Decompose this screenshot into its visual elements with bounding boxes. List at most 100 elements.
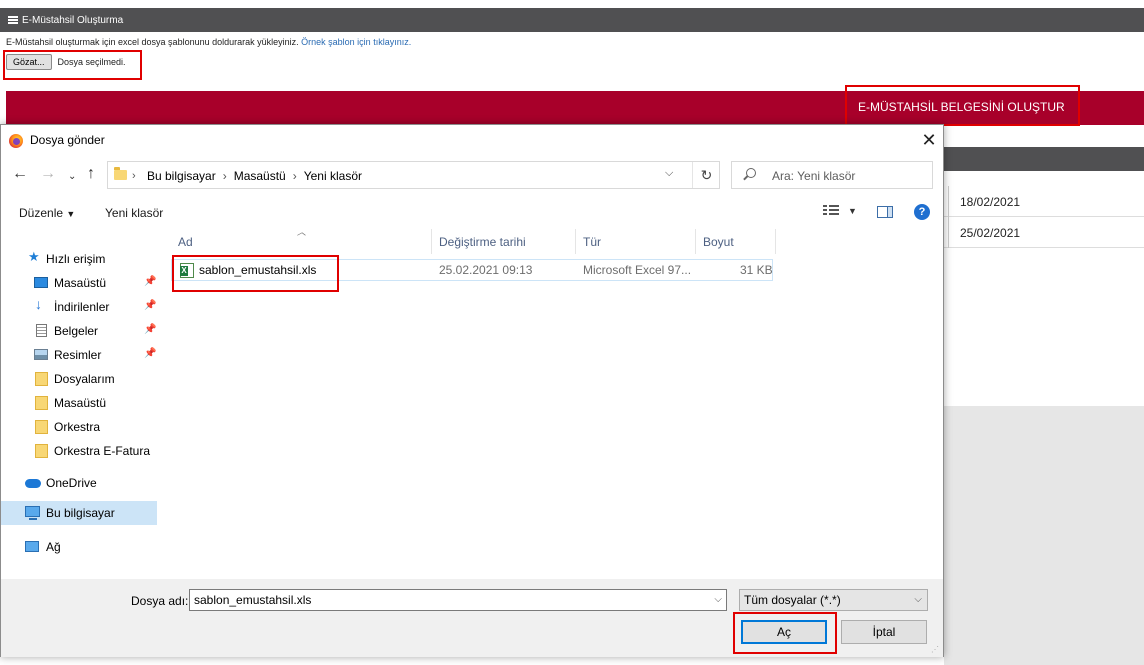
sidebar-item-orkestra[interactable]: Orkestra (1, 415, 157, 439)
breadcrumb-item[interactable]: Bu bilgisayar (147, 169, 216, 183)
template-link[interactable]: Örnek şablon için tıklayınız. (301, 37, 411, 47)
dialog-titlebar: Dosya gönder ✕ (1, 125, 943, 155)
breadcrumb-item[interactable]: Yeni klasör (304, 169, 362, 183)
sidebar-item-network[interactable]: Ağ (1, 535, 157, 559)
highlight-box-browse (3, 50, 142, 80)
hamburger-menu-icon[interactable] (8, 16, 18, 24)
sidebar-item-this-pc[interactable]: Bu bilgisayar (1, 501, 157, 525)
cancel-button[interactable]: İptal (841, 620, 927, 644)
refresh-icon[interactable]: ↻ (692, 162, 720, 188)
column-label: Değiştirme tarihi (439, 235, 526, 249)
download-icon: ↓ (35, 296, 42, 312)
sidebar-item-onedrive[interactable]: OneDrive (1, 471, 157, 495)
sidebar-item-dosyalarim[interactable]: Dosyalarım (1, 367, 157, 391)
help-icon[interactable]: ? (914, 204, 930, 220)
chevron-down-icon[interactable]: ⌵ (714, 594, 722, 605)
column-header-modified[interactable]: Değiştirme tarihi (432, 229, 576, 254)
sidebar-item-documents[interactable]: Belgeler 📌 (1, 319, 157, 343)
highlight-box-file (172, 255, 339, 292)
upload-instruction: E-Müstahsil oluşturmak için excel dosya … (6, 37, 411, 47)
sidebar-item-downloads[interactable]: ↓ İndirilenler 📌 (1, 295, 157, 319)
dialog-title: Dosya gönder (30, 133, 105, 147)
sidebar-item-pictures[interactable]: Resimler 📌 (1, 343, 157, 367)
recent-locations-chevron-icon[interactable]: ⌄ (68, 168, 76, 186)
sidebar-item-label: Masaüstü (54, 276, 107, 290)
search-icon (746, 168, 756, 178)
sidebar-item-label: İndirilenler (54, 300, 110, 314)
sidebar-item-label: Orkestra (54, 420, 101, 434)
organize-label: Düzenle (19, 206, 64, 220)
caret-down-icon[interactable]: ▼ (848, 206, 857, 216)
up-arrow-icon[interactable]: ↑ (87, 165, 95, 183)
instruction-text: E-Müstahsil oluşturmak için excel dosya … (6, 37, 299, 47)
date-table: 18/02/2021 25/02/2021 (944, 186, 1144, 406)
column-label: Ad (178, 235, 193, 249)
search-input[interactable]: Ara: Yeni klasör (731, 161, 933, 189)
filename-input[interactable]: sablon_emustahsil.xls ⌵ (189, 589, 727, 611)
highlight-box-open (733, 612, 837, 654)
folder-icon (114, 167, 127, 180)
column-header-size[interactable]: Boyut (696, 229, 776, 254)
file-type: Microsoft Excel 97... (583, 263, 692, 277)
navigation-pane: ★ Hızlı erişim Masaüstü 📌 ↓ İndirilenler 📌 B… (1, 229, 161, 579)
cloud-icon (25, 479, 41, 488)
address-bar[interactable]: › Bu bilgisayar › Masaüstü › Yeni klasör ⌵ ↻ (107, 161, 720, 189)
breadcrumb-item[interactable]: Masaüstü (234, 169, 286, 183)
filetype-select[interactable]: Tüm dosyalar (*.*) ⌵ (739, 589, 928, 611)
sidebar-item-label: Ağ (46, 540, 61, 554)
command-toolbar: Düzenle ▼ Yeni klasör ▼ ? (1, 197, 943, 227)
sidebar-item-label: Dosyalarım (54, 372, 115, 386)
column-label: Tür (583, 235, 601, 249)
filetype-value: Tüm dosyalar (*.*) (744, 593, 841, 607)
organize-menu-button[interactable]: Düzenle ▼ (19, 206, 75, 220)
desktop-icon (34, 277, 48, 288)
table-header (944, 147, 1144, 171)
folder-icon (35, 420, 48, 434)
sidebar-item-label: Orkestra E-Fatura (54, 444, 151, 458)
close-icon[interactable]: ✕ (917, 129, 941, 151)
back-arrow-icon[interactable]: ← (12, 165, 28, 183)
view-options-icon[interactable] (823, 205, 839, 219)
highlight-box-create (845, 85, 1080, 126)
sidebar-item-masaustu-folder[interactable]: Masaüstü (1, 391, 157, 415)
address-dropdown-chevron-icon[interactable]: ⌵ (665, 167, 673, 180)
sidebar-item-quick-access[interactable]: ★ Hızlı erişim (1, 247, 157, 271)
caret-down-icon: ▼ (66, 209, 76, 219)
forward-arrow-icon[interactable]: → (40, 165, 56, 183)
date-cell: 18/02/2021 (960, 195, 1021, 209)
pin-icon: 📌 (144, 300, 157, 311)
sidebar-item-label: Hızlı erişim (46, 252, 106, 266)
sidebar-item-label: Belgeler (54, 324, 99, 338)
folder-icon (35, 396, 48, 410)
computer-icon (25, 506, 40, 520)
page-header: E-Müstahsil Oluşturma (0, 8, 1144, 32)
column-header-name[interactable]: Ad ︿ (171, 227, 432, 254)
page-title: E-Müstahsil Oluşturma (22, 14, 124, 26)
pin-icon: 📌 (144, 324, 157, 335)
sidebar-item-orkestra-efatura[interactable]: Orkestra E-Fatura (1, 439, 157, 463)
star-icon: ★ (28, 249, 40, 264)
breadcrumb-separator-icon[interactable]: › (223, 169, 227, 183)
firefox-icon (9, 134, 23, 148)
pin-icon: 📌 (144, 348, 157, 359)
folder-icon (35, 372, 48, 386)
search-placeholder: Ara: Yeni klasör (772, 169, 856, 183)
sidebar-item-label: Masaüstü (54, 396, 107, 410)
resize-grip-icon[interactable]: ⋰ (931, 645, 939, 654)
table-row: 25/02/2021 (944, 217, 1144, 248)
sidebar-item-desktop[interactable]: Masaüstü 📌 (1, 271, 157, 295)
sidebar-item-label: OneDrive (46, 476, 97, 490)
filename-label: Dosya adı: (131, 594, 189, 608)
column-header-type[interactable]: Tür (576, 229, 696, 254)
network-icon (25, 541, 39, 552)
file-size: 31 KB (740, 263, 773, 277)
date-cell: 25/02/2021 (960, 226, 1021, 240)
breadcrumb-chevron-icon[interactable]: › (132, 167, 136, 185)
sort-ascending-icon: ︿ (297, 227, 307, 237)
file-open-dialog: Dosya gönder ✕ ← → ⌄ ↑ › Bu bilgisayar › M… (0, 124, 944, 657)
document-icon (36, 324, 47, 337)
new-folder-button[interactable]: Yeni klasör (105, 206, 163, 220)
breadcrumb-separator-icon[interactable]: › (293, 169, 297, 183)
folder-icon (35, 444, 48, 458)
preview-pane-icon[interactable] (877, 206, 893, 218)
